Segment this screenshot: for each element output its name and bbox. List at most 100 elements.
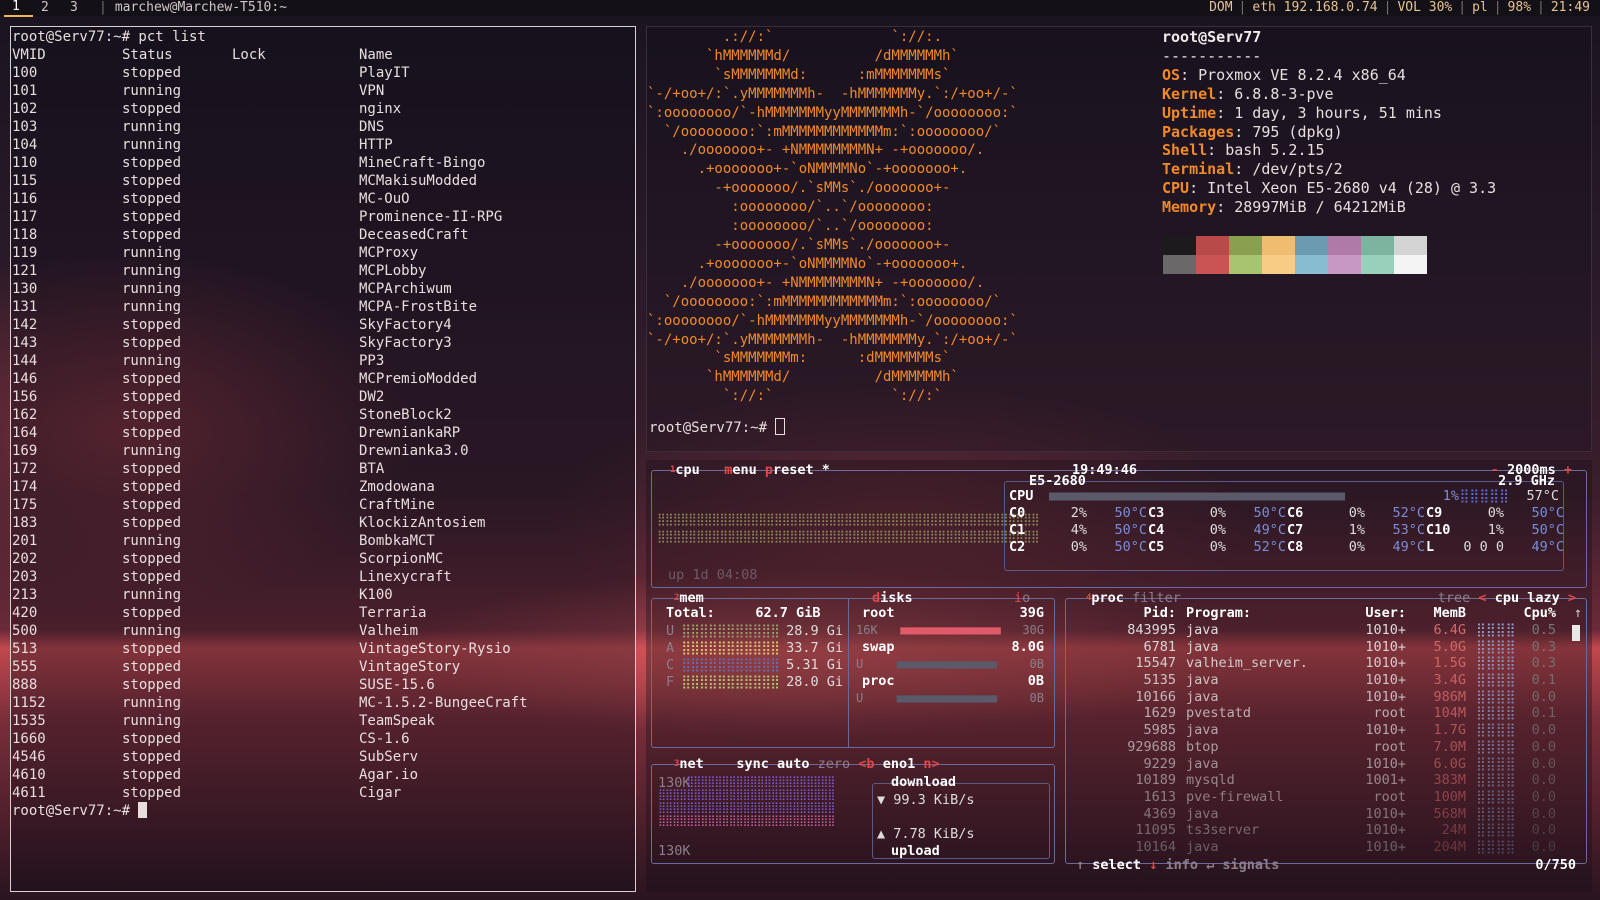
tab-menu[interactable]: enu <box>732 462 756 478</box>
info-label[interactable]: info <box>1165 857 1198 873</box>
vmid-cell: 104 <box>12 137 38 153</box>
vmid-cell: 175 <box>12 497 38 513</box>
core-cell: C6 0% 52°C <box>1287 505 1426 522</box>
status-eth: eth 192.168.0.74 <box>1252 0 1378 15</box>
table-row[interactable]: 15547 valheim_server. 1010+ 1.5G ⣿⣿⣿⣿ 0.3 <box>1066 655 1556 672</box>
proc-cpu: 0.0 <box>1531 822 1556 839</box>
proc-program: java <box>1186 755 1219 772</box>
system-info-fields: OS: Proxmox VE 8.2.4 x86_64 Kernel: 6.8.8… <box>1162 66 1496 217</box>
scroll-up-icon[interactable]: ↑ <box>1574 605 1582 622</box>
disk-size: 39G <box>1019 605 1044 621</box>
lock-cell <box>232 82 359 100</box>
name-cell: Agar.io <box>359 767 419 783</box>
prompt-line[interactable]: root@Serv77:~# <box>12 802 635 820</box>
table-row[interactable]: 4369 java 1010+ 568M ⣿⣿⣿⣿ 0.0 <box>1066 806 1556 823</box>
info-value: 6.8.8-3-pve <box>1234 84 1334 103</box>
palette-swatch <box>1229 255 1262 274</box>
io-toggle[interactable]: io <box>1014 590 1030 606</box>
core-percent: 0% <box>1070 539 1087 555</box>
interface-name[interactable]: eno1 <box>883 756 916 772</box>
table-row[interactable]: 929688 btop root 7.0M ⣿⣿⣿⣿ 0.0 <box>1066 739 1556 756</box>
mem-rows: U ⣿⣿⣿⣿⣿⣿⣿⣿⣿⣿⣿ 28.9 Gi A ⣿⣿⣿⣿⣿⣿⣿⣿⣿⣿⣿ 33.7 … <box>666 623 843 691</box>
table-row[interactable]: 5985 java 1010+ 1.7G ⣿⣿⣿⣿ 0.0 <box>1066 722 1556 739</box>
table-row[interactable]: 5135 java 1010+ 3.4G ⣿⣿⣿⣿ 0.1 <box>1066 672 1556 689</box>
vmid-cell: 4611 <box>12 785 46 801</box>
mem-box-title[interactable]: 2mem <box>674 590 704 606</box>
table-row: 143 stopped SkyFactory3 <box>12 334 635 352</box>
vmid-cell: 4546 <box>12 749 46 765</box>
core-cell: C8 0% 49°C <box>1287 539 1426 556</box>
tab-preset[interactable]: reset * <box>773 462 830 478</box>
palette-swatch <box>1196 236 1229 255</box>
table-row[interactable]: 1629 pvestatd root 104M ⣿⣿⣿⣿ 0.1 <box>1066 705 1556 722</box>
prompt-line[interactable]: root@Serv77:~# <box>649 418 786 437</box>
table-row: 4611 stopped Cigar <box>12 784 635 802</box>
scrollbar-thumb[interactable] <box>1572 625 1580 641</box>
terminal-pct-list[interactable]: root@Serv77:~# pct list VMID Status Lock… <box>10 26 636 892</box>
info-field: Packages: 795 (dpkg) <box>1162 122 1343 141</box>
name-cell: MCPA-FrostBite <box>359 299 478 315</box>
filter-button[interactable]: filter <box>1132 590 1181 606</box>
table-row[interactable]: 10189 mysqld 1001+ 383M ⣿⣿⣿⣿ 0.0 <box>1066 772 1556 789</box>
cpu-box-title[interactable]: 1cpu menu preset * <box>670 462 830 478</box>
core-row: C0 2% 50°C C3 0% 50°C C6 0% 52°C C9 0% 50°C <box>1009 505 1565 522</box>
net-box-title[interactable]: 3net sync auto zero <b eno1 n> <box>674 756 940 772</box>
disk-meter: ■■■■■■■■■■■■■■■■ <box>896 691 998 705</box>
table-row[interactable]: 10166 java 1010+ 986M ⣿⣿⣿⣿ 0.0 <box>1066 689 1556 706</box>
core-percent: 0% <box>1487 505 1504 521</box>
core-temp: 52°C <box>1392 505 1425 521</box>
tree-toggle[interactable]: tree <box>1438 590 1471 606</box>
tab-cpu[interactable]: cpu <box>675 462 699 478</box>
header-pid[interactable]: Pid: <box>1066 605 1176 622</box>
zero-toggle[interactable]: zero <box>818 756 851 772</box>
btop-monitor[interactable]: 1cpu menu preset * 19:49:46 - 2000ms + ⣿… <box>646 460 1592 892</box>
table-row[interactable]: 1613 pve-firewall root 100M ⣿⣿⣿⣿ 0.0 <box>1066 789 1556 806</box>
table-row[interactable]: 9229 java 1010+ 6.0G ⣿⣿⣿⣿ 0.0 <box>1066 756 1556 773</box>
table-row[interactable]: 11095 ts3server 1010+ 24M ⣿⣿⣿⣿ 0.0 <box>1066 822 1556 839</box>
workspace-3[interactable]: 3 <box>62 0 91 16</box>
workspace-1[interactable]: 1 <box>4 0 33 17</box>
auto-toggle[interactable]: auto <box>777 756 810 772</box>
sort-mode[interactable]: cpu lazy <box>1495 590 1560 606</box>
proc-cpu: 0.0 <box>1531 722 1556 739</box>
proc-cpu-graph: ⣿⣿⣿⣿ <box>1476 772 1516 789</box>
table-row: 156 stopped DW2 <box>12 388 635 406</box>
disk-meter: ■■■■■■■■■■■■■■■■ <box>896 657 998 671</box>
lock-cell <box>232 658 359 676</box>
vmid-cell: 203 <box>12 569 38 585</box>
workspace-2[interactable]: 2 <box>33 0 62 16</box>
core-name: C8 <box>1287 539 1304 555</box>
name-cell: Cigar <box>359 785 402 801</box>
sort-controls[interactable]: tree < cpu lazy > <box>1438 590 1576 606</box>
proc-box-title[interactable]: 4proc filter <box>1086 590 1181 606</box>
header-program[interactable]: Program: <box>1176 605 1346 622</box>
terminal-neofetch[interactable]: .://:` `://:. `hMMMMMMd/ /dMMMMMMh` `sMM… <box>646 26 1592 452</box>
name-cell: StoneBlock2 <box>359 407 452 423</box>
status-cell: running <box>122 263 182 279</box>
select-label[interactable]: select <box>1092 857 1141 873</box>
proc-box: 4proc filter tree < cpu lazy > Pid: Prog… <box>1065 590 1587 873</box>
cpu-model: E5-2680 <box>1029 473 1086 489</box>
header-mem[interactable]: MemB <box>1406 605 1466 622</box>
table-row[interactable]: 843995 java 1010+ 6.4G ⣿⣿⣿⣿ 0.5 <box>1066 622 1556 639</box>
core-percent: 0% <box>1348 505 1365 521</box>
disks-title[interactable]: disks <box>872 590 913 606</box>
proc-mem: 383M <box>1433 772 1466 789</box>
table-row[interactable]: 10164 java 1010+ 204M ⣿⣿⣿⣿ 0.0 <box>1066 839 1556 856</box>
lock-cell <box>232 100 359 118</box>
sync-toggle[interactable]: sync <box>736 756 769 772</box>
signals-label[interactable]: signals <box>1222 857 1279 873</box>
lock-cell <box>232 298 359 316</box>
lock-cell <box>232 352 359 370</box>
header-cpu[interactable]: Cpu% <box>1516 605 1556 622</box>
table-row[interactable]: 6781 java 1010+ 5.0G ⣿⣿⣿⣿ 0.3 <box>1066 639 1556 656</box>
status-cell: running <box>122 137 182 153</box>
header-user[interactable]: User: <box>1346 605 1406 622</box>
disk-size: 0B <box>1027 673 1044 689</box>
name-cell: MCPArchiwum <box>359 281 452 297</box>
proc-mem: 5.0G <box>1433 638 1466 655</box>
name-cell: ScorpionMC <box>359 551 444 567</box>
info-value: 28997MiB / 64212MiB <box>1234 198 1406 217</box>
palette-swatch <box>1394 236 1427 255</box>
proc-cpu: 0.0 <box>1531 805 1556 822</box>
